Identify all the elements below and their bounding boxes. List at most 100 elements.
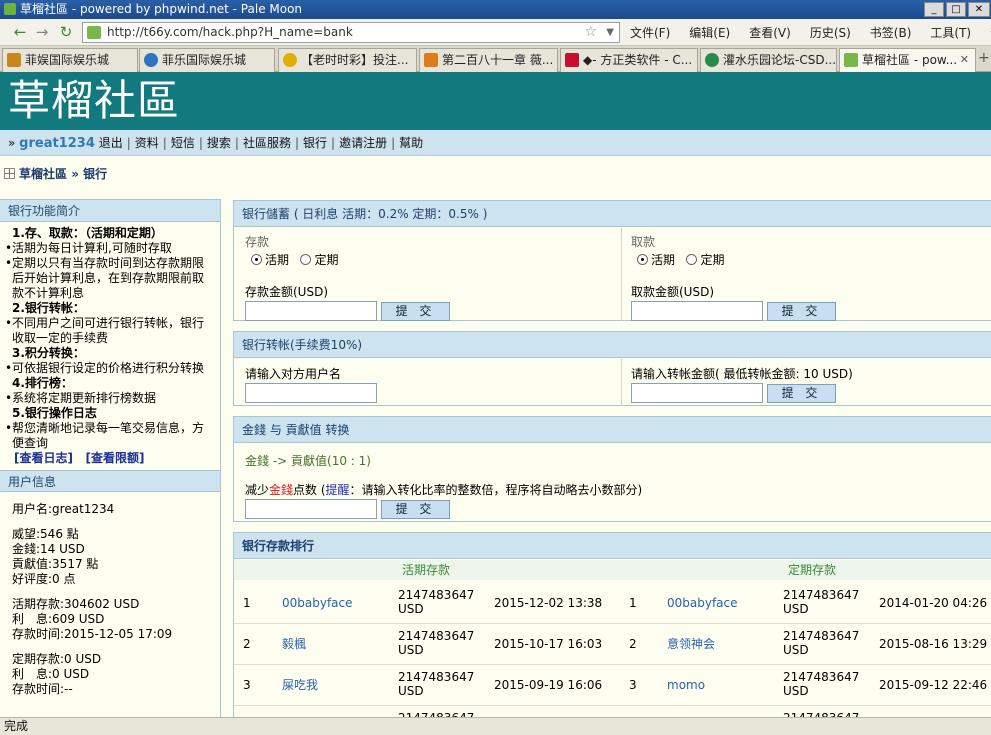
transfer-amount-input[interactable] xyxy=(631,383,763,403)
close-tab-icon[interactable]: ✕ xyxy=(960,49,969,71)
sidebar: 银行功能简介 1.存、取款：（活期和定期） 活期为每日计算利,可随时存取 定期以… xyxy=(0,199,221,717)
url-dropdown-icon[interactable]: ▼ xyxy=(606,23,614,42)
exchange-tip-label: 提醒 xyxy=(325,483,350,497)
rank-fixed-name[interactable]: 00babyface xyxy=(667,596,738,610)
new-tab-icon[interactable]: + xyxy=(978,50,990,66)
intro-item: 不同用户之间可进行银行转帐，银行收取一定的手续费 xyxy=(5,316,214,346)
tab-favicon-icon xyxy=(565,53,579,67)
nav-profile[interactable]: 资料 xyxy=(135,136,159,150)
browser-tab[interactable]: 第二百八十一章 薇... xyxy=(419,48,558,72)
breadcrumb: 草榴社區 » 银行 xyxy=(4,165,107,182)
tab-label: ◆- 方正类软件 - C... xyxy=(583,53,693,67)
rank-current-name[interactable]: 屎吃我 xyxy=(282,678,318,692)
exchange-tip-text: ：请输入转化比率的整数倍，程序将自动略去小数部分) xyxy=(349,483,643,497)
minimize-button[interactable]: _ xyxy=(924,2,944,17)
transfer-panel: 银行转帐(手续费10%) 请输入对方用户名 请输入转帐金额( 最低转帐金额: 1… xyxy=(233,331,991,406)
deposit-current-radio[interactable] xyxy=(251,254,262,265)
tab-label: 灌水乐园论坛-CSD... xyxy=(723,53,837,67)
exchange-amount-input[interactable] xyxy=(245,499,377,519)
browser-tab[interactable]: 菲娱国际娱乐城 xyxy=(2,48,138,72)
intro-item: 可依据银行设定的价格进行积分转换 xyxy=(5,361,214,376)
transfer-target-input[interactable] xyxy=(245,383,377,403)
maximize-button[interactable]: □ xyxy=(946,2,966,17)
intro-section-title: 5.银行操作日志 xyxy=(12,406,97,420)
savings-panel: 银行儲蓄 ( 日利息 活期：0.2% 定期：0.5% ) 存款 活期 定期 存款… xyxy=(233,200,991,321)
deposit-amount-label: 存款金额(USD) xyxy=(245,285,329,299)
exchange-instr-mid: 点数 ( xyxy=(293,483,326,497)
breadcrumb-home[interactable]: 草榴社區 xyxy=(19,167,67,181)
deposit-amount-input[interactable] xyxy=(245,301,377,321)
user-info-contribution: 貢獻值:3517 點 xyxy=(12,557,99,571)
transfer-submit-button[interactable]: 提 交 xyxy=(767,383,836,403)
rank-current-name[interactable]: 毅楓 xyxy=(282,637,306,651)
forward-icon[interactable]: → xyxy=(32,23,52,41)
sidebar-intro-title: 银行功能简介 xyxy=(0,200,220,222)
exchange-instr-highlight: 金錢 xyxy=(269,483,294,497)
withdraw-current-radio[interactable] xyxy=(637,254,648,265)
menu-file[interactable]: 文件(F) xyxy=(630,26,670,40)
withdraw-form: 取款 活期 定期 取款金额(USD) 提 交 xyxy=(631,233,836,321)
rank-current-name[interactable]: 00babyface xyxy=(282,596,353,610)
intro-item: 定期以只有当存款时间到达存款期限后开始计算利息，在到存款期限前取款不计算利息 xyxy=(5,256,214,301)
menu-view[interactable]: 查看(V) xyxy=(749,26,791,40)
tab-favicon-icon xyxy=(705,53,719,67)
withdraw-amount-input[interactable] xyxy=(631,301,763,321)
site-logo[interactable]: 草榴社區 xyxy=(8,75,180,127)
nav-messages[interactable]: 短信 xyxy=(171,136,195,150)
reload-icon[interactable]: ↻ xyxy=(56,23,76,41)
rank-fixed-amount: 2147483647 USD xyxy=(783,629,860,657)
user-info-fixed-interest: 利 息:0 USD xyxy=(12,667,90,681)
address-bar[interactable]: http://t66y.com/hack.php?H_name=bank ☆ ▼ xyxy=(82,22,620,43)
expand-icon[interactable] xyxy=(4,168,15,179)
nav-bank[interactable]: 银行 xyxy=(303,136,327,150)
back-icon[interactable]: ← xyxy=(10,23,30,41)
browser-tab[interactable]: 【老时时彩】投注... xyxy=(278,48,417,72)
exchange-form: 金錢 -> 貢獻值(10 : 1) 减少金錢点数 (提醒：请输入转化比率的整数倍… xyxy=(245,452,642,519)
rank-fixed-name[interactable]: momo xyxy=(667,678,705,692)
bookmark-star-icon[interactable]: ☆ xyxy=(584,23,597,42)
divider xyxy=(621,228,622,321)
browser-tab[interactable]: ◆- 方正类软件 - C... xyxy=(560,48,698,72)
exchange-submit-button[interactable]: 提 交 xyxy=(381,499,450,519)
table-row: 2147483647 2147483647 xyxy=(234,706,991,717)
rank-fixed-number: 2 xyxy=(629,637,637,651)
withdraw-submit-button[interactable]: 提 交 xyxy=(767,301,836,321)
browser-tab-active[interactable]: 草榴社區 - pow... ✕ xyxy=(839,48,976,72)
rank-fixed-date: 2014-01-20 04:26 xyxy=(879,596,988,610)
rank-fixed-name[interactable]: 意领神会 xyxy=(667,637,715,651)
rank-fixed-number: 1 xyxy=(629,596,637,610)
deposit-submit-button[interactable]: 提 交 xyxy=(381,301,450,321)
deposit-current-label: 活期 xyxy=(265,253,290,267)
web-page: 草榴社區 » great1234 退出 | 资料 | 短信 | 搜索 | 社區服務 | 银行 | 邀请注… xyxy=(0,72,991,717)
withdraw-fixed-radio[interactable] xyxy=(686,254,698,265)
sidebar-links: [查看日志] [查看限额] xyxy=(6,451,214,466)
window-title: 草榴社區 - powered by phpwind.net - Pale Moo… xyxy=(20,2,303,16)
nav-username[interactable]: great1234 xyxy=(19,136,95,151)
nav-invite[interactable]: 邀请注册 xyxy=(339,136,387,150)
table-row: 2 毅楓 2147483647 USD 2015-10-17 16:03 2 意… xyxy=(234,624,991,665)
rank-fixed-date: 2015-08-16 13:29 xyxy=(879,637,988,651)
close-window-button[interactable]: ✕ xyxy=(968,2,990,17)
exchange-title: 金錢 与 貢獻值 转换 xyxy=(234,417,991,443)
user-info-fixed-deposit: 定期存款:0 USD xyxy=(12,652,102,666)
nav-services[interactable]: 社區服務 xyxy=(243,136,291,150)
ranking-subheader: 活期存款 定期存款 xyxy=(234,560,991,580)
deposit-fixed-radio[interactable] xyxy=(300,254,312,265)
user-info-current-deposit: 活期存款:304602 USD xyxy=(12,597,140,611)
view-limit-link[interactable]: [查看限额] xyxy=(86,451,145,465)
nav-search[interactable]: 搜索 xyxy=(207,136,231,150)
nav-help[interactable]: 幫助 xyxy=(399,136,423,150)
browser-tab[interactable]: 灌水乐园论坛-CSD... xyxy=(700,48,837,72)
view-log-link[interactable]: [查看日志] xyxy=(14,451,73,465)
withdraw-amount-label: 取款金额(USD) xyxy=(631,285,715,299)
menu-history[interactable]: 历史(S) xyxy=(810,26,851,40)
menu-edit[interactable]: 编辑(E) xyxy=(689,26,730,40)
browser-tab[interactable]: 菲乐国际娱乐城 xyxy=(139,48,275,72)
nav-logout[interactable]: 退出 xyxy=(99,136,123,150)
user-info-fixed-time: 存款时间:-- xyxy=(12,682,73,696)
rank-fixed-amount: 2147483647 USD xyxy=(783,670,860,698)
user-info-rating: 好评度:0 点 xyxy=(12,572,76,586)
tab-favicon-icon xyxy=(144,53,158,67)
menu-tools[interactable]: 工具(T) xyxy=(930,26,971,40)
menu-bookmarks[interactable]: 书签(B) xyxy=(870,26,912,40)
